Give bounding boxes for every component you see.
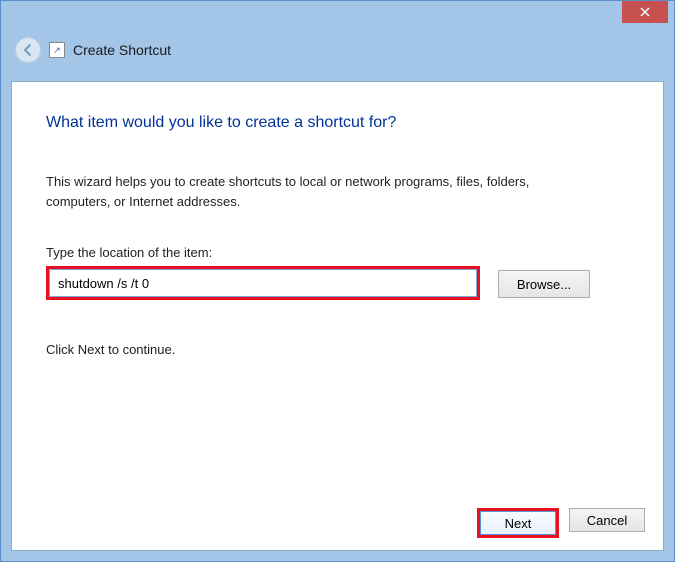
header-row: ↗ Create Shortcut [1, 31, 674, 77]
cancel-button[interactable]: Cancel [569, 508, 645, 532]
next-button-highlight: Next [477, 508, 559, 538]
content-panel: What item would you like to create a sho… [11, 81, 664, 551]
headline: What item would you like to create a sho… [46, 114, 629, 132]
close-button[interactable] [622, 1, 668, 23]
close-icon [640, 7, 650, 17]
titlebar [1, 1, 674, 31]
continue-text: Click Next to continue. [46, 342, 629, 357]
wizard-window: ↗ Create Shortcut What item would you li… [0, 0, 675, 562]
content-inner: What item would you like to create a sho… [12, 82, 663, 496]
description-text: This wizard helps you to create shortcut… [46, 172, 566, 211]
location-input[interactable] [49, 269, 477, 297]
back-button[interactable] [15, 37, 41, 63]
location-input-highlight [46, 266, 480, 300]
shortcut-icon: ↗ [49, 42, 65, 58]
window-title: Create Shortcut [73, 42, 171, 58]
arrow-left-icon [21, 43, 35, 57]
browse-button[interactable]: Browse... [498, 270, 590, 298]
next-button[interactable]: Next [480, 511, 556, 535]
input-label: Type the location of the item: [46, 245, 629, 260]
input-row: Browse... [46, 266, 629, 300]
button-row: Next Cancel [12, 496, 663, 550]
